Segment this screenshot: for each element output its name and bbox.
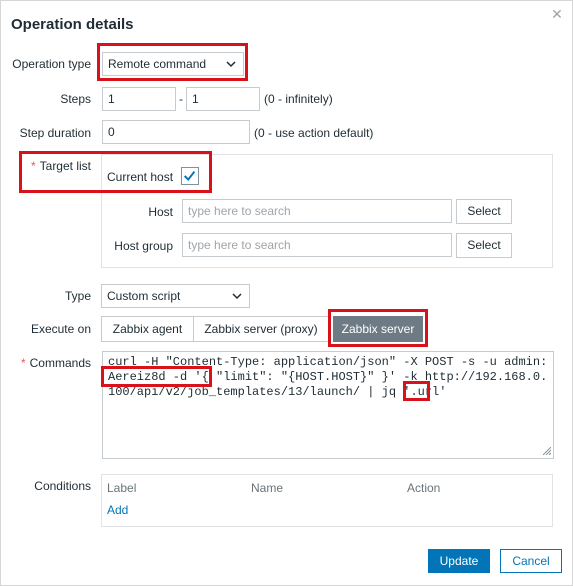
commands-label: * Commands (9, 356, 91, 370)
steps-separator: - (179, 92, 183, 106)
type-label: Type (64, 289, 91, 303)
required-mark: * (30, 159, 36, 173)
cancel-button[interactable]: Cancel (500, 549, 562, 573)
conditions-column-action: Action (407, 481, 441, 495)
current-host-label: Current host (107, 170, 174, 184)
conditions-column-name: Name (251, 481, 284, 495)
host-group-select-button[interactable]: Select (456, 233, 512, 258)
required-mark: * (20, 356, 26, 370)
step-duration-input[interactable]: 0 (102, 120, 250, 144)
dialog-title: Operation details (11, 16, 134, 33)
host-label: Host (148, 205, 173, 219)
execute-on-label: Execute on (30, 322, 91, 336)
host-select-button[interactable]: Select (456, 199, 512, 224)
commands-textarea[interactable]: curl -H "Content-Type: application/json"… (102, 351, 554, 459)
add-condition-link[interactable]: Add (107, 503, 128, 517)
operation-type-label: Operation type (12, 57, 91, 71)
current-host-checkbox[interactable] (181, 167, 199, 185)
host-search-input[interactable]: type here to search (182, 199, 452, 223)
target-list-label-text: Target list (39, 159, 91, 173)
target-list-label: * Target list (9, 159, 91, 173)
conditions-label: Conditions (34, 479, 91, 493)
resize-handle-icon[interactable] (543, 447, 551, 455)
host-group-search-input[interactable]: type here to search (182, 233, 452, 257)
type-value: Custom script (107, 289, 181, 303)
steps-to-input[interactable]: 1 (186, 87, 260, 111)
chevron-down-icon (226, 61, 236, 68)
execute-on-zabbix-server[interactable]: Zabbix server (333, 316, 423, 342)
conditions-column-label: Label (107, 481, 137, 495)
step-duration-label: Step duration (19, 126, 91, 140)
steps-from-input[interactable]: 1 (102, 87, 176, 111)
execute-on-zabbix-agent[interactable]: Zabbix agent (101, 316, 194, 342)
checkmark-icon (183, 170, 196, 182)
chevron-down-icon (232, 293, 242, 300)
operation-details-dialog: Operation details ✕ Operation type Remot… (0, 0, 573, 586)
conditions-table (101, 474, 553, 527)
operation-type-select[interactable]: Remote command (102, 52, 244, 76)
host-group-label: Host group (114, 239, 173, 253)
step-duration-hint: (0 - use action default) (254, 126, 374, 140)
close-icon[interactable]: ✕ (550, 7, 564, 21)
steps-label: Steps (60, 92, 91, 106)
commands-label-text: Commands (29, 356, 91, 370)
execute-on-zabbix-server-proxy[interactable]: Zabbix server (proxy) (193, 316, 329, 342)
update-button[interactable]: Update (428, 549, 490, 573)
operation-type-value: Remote command (108, 57, 207, 71)
steps-hint: (0 - infinitely) (264, 92, 333, 106)
type-select[interactable]: Custom script (101, 284, 250, 308)
